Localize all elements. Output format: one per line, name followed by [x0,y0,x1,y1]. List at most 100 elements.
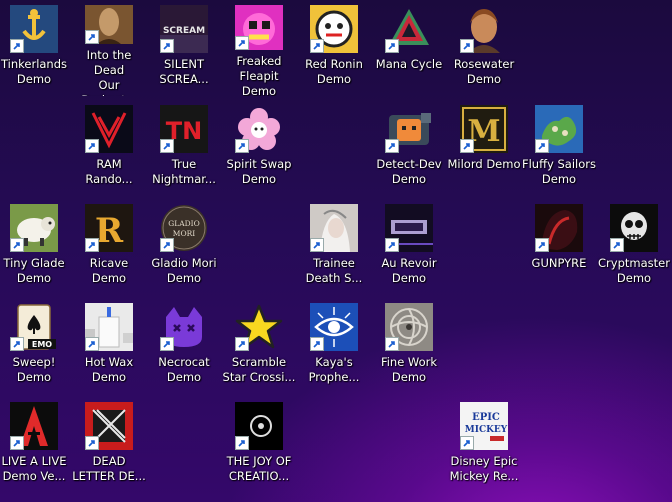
trainee-death-icon [310,204,358,252]
shortcut-arrow-icon [160,39,174,53]
desktop-icon-label: Into the Dead Our Darkest... [81,47,136,96]
mana-cycle-icon [385,5,433,53]
shortcut-arrow-icon [85,139,99,153]
milord-icon: M [460,105,508,153]
desktop-icon-true-nightmare[interactable]: TN True Nightmar... [147,100,221,196]
desktop-icon-label: Hot Wax Demo [84,355,134,384]
tile-text: GLADIO [168,219,200,228]
desktop-icon-milord[interactable]: M Milord Demo [447,100,521,196]
desktop-icon-label: Gladio Mori Demo [151,256,217,285]
shortcut-arrow-icon [10,39,24,53]
desktop-icon-label: Detect-Dev Demo [376,157,442,186]
shortcut-arrow-icon [385,238,399,252]
ricave-icon: R [85,204,133,252]
desktop-icon-ram-rando[interactable]: RAM Rando... [72,100,146,196]
sweep-icon: EMO [10,303,58,351]
desktop-icon-label: Ricave Demo [89,256,129,285]
desktop-icon-label: Rosewater Demo [453,57,515,86]
shortcut-arrow-icon [535,139,549,153]
gunpyre-icon [535,204,583,252]
desktop-icon-label: GUNPYRE [531,256,587,270]
desktop-icon-label: LIVE A LIVE Demo Ve... [1,454,67,483]
desktop-icon-trainee-death[interactable]: Trainee Death S... [297,199,371,295]
desktop-icon-label: Disney Epic Mickey Re... [449,454,519,483]
desktop-icon-mana-cycle[interactable]: Mana Cycle [372,0,446,96]
desktop-icon-label: Necrocat Demo [158,355,210,384]
desktop-icon-kayas-prophecy[interactable]: Kaya's Prophe... [297,298,371,394]
tile-text: SCREAM [163,26,205,36]
desktop-icon-label: Sweep! Demo [12,355,56,384]
shortcut-arrow-icon [160,337,174,351]
desktop-icon-label: Trainee Death S... [305,256,363,285]
desktop-icon-label: Au Revoir Demo [381,256,437,285]
shortcut-arrow-icon [10,337,24,351]
shortcut-arrow-icon [610,238,624,252]
epic-mickey-icon: EPIC MICKEY [460,402,508,450]
desktop-icon-gunpyre[interactable]: GUNPYRE [522,199,596,295]
desktop-icon-necrocat[interactable]: Necrocat Demo [147,298,221,394]
shortcut-arrow-icon [385,337,399,351]
rosewater-icon [460,5,508,53]
desktop-icon-label: Kaya's Prophe... [308,355,360,384]
desktop-icon-into-the-dead[interactable]: Into the Dead Our Darkest... [72,0,146,96]
desktop-icon-label: DEAD LETTER DE... [72,454,146,483]
desktop-icon-label: RAM Rando... [85,157,133,186]
desktop-icon-tinkerlands[interactable]: Tinkerlands Demo [0,0,71,96]
shortcut-arrow-icon [385,39,399,53]
desktop-icon-detect-dev[interactable]: Detect-Dev Demo [372,100,446,196]
tile-text: MORI [173,229,195,238]
detect-dev-icon [385,105,433,153]
cryptmaster-icon [610,204,658,252]
spirit-swap-icon [235,105,283,153]
shortcut-arrow-icon [460,139,474,153]
ram-rando-icon [85,105,133,153]
desktop-icon-label: True Nightmar... [152,157,216,186]
shortcut-arrow-icon [235,337,249,351]
hot-wax-icon [85,303,133,351]
desktop-icon-fine-work[interactable]: Fine Work Demo [372,298,446,394]
desktop-icon-label: Spirit Swap Demo [226,157,292,186]
shortcut-arrow-icon [10,238,24,252]
desktop-icon-au-revoir[interactable]: Au Revoir Demo [372,199,446,295]
desktop-icon-label: Fine Work Demo [380,355,438,384]
desktop-icon-label: Tinkerlands Demo [0,57,68,86]
shortcut-arrow-icon [85,436,99,450]
desktop-icon-cryptmaster[interactable]: Cryptmaster Demo [597,199,671,295]
shortcut-arrow-icon [160,139,174,153]
desktop-icon-fluffy-sailors[interactable]: Fluffy Sailors Demo [522,100,596,196]
shortcut-arrow-icon [310,238,324,252]
desktop-icon-red-ronin[interactable]: Red Ronin Demo [297,0,371,96]
shortcut-arrow-icon [235,436,249,450]
desktop-icon-spirit-swap[interactable]: Spirit Swap Demo [222,100,296,196]
desktop-icon-sweep[interactable]: EMO Sweep! Demo [0,298,71,394]
desktop-icon-gladio-mori[interactable]: GLADIO MORI Gladio Mori Demo [147,199,221,295]
desktop-icon-label: Tiny Glade Demo [3,256,65,285]
tile-text: MICKEY [465,425,508,435]
desktop-icon-live-a-live[interactable]: LIVE A LIVE Demo Ve... [0,397,71,493]
desktop-icon-freaked-fleapit[interactable]: Freaked Fleapit Demo [222,0,296,96]
desktop-icon-rosewater[interactable]: Rosewater Demo [447,0,521,96]
desktop-icon-ricave[interactable]: R Ricave Demo [72,199,146,295]
desktop-icon-epic-mickey[interactable]: EPIC MICKEY Disney Epic Mickey Re... [447,397,521,493]
desktop-icon-hot-wax[interactable]: Hot Wax Demo [72,298,146,394]
shortcut-arrow-icon [460,436,474,450]
tile-text: R [95,211,124,251]
desktop-icon-label: Fluffy Sailors Demo [522,157,596,186]
shortcut-arrow-icon [10,436,24,450]
desktop-icon-scramble-star[interactable]: Scramble Star Crossi... [222,298,296,394]
tiny-glade-icon [10,204,58,252]
shortcut-arrow-icon [385,139,399,153]
desktop-icon-dead-letter[interactable]: DEAD LETTER DE... [72,397,146,493]
silent-scream-icon: SCREAM [160,5,208,53]
dead-letter-icon [85,402,133,450]
desktop-icon-label: Red Ronin Demo [305,57,363,86]
desktop-icon-tiny-glade[interactable]: Tiny Glade Demo [0,199,71,295]
desktop-icon-silent-scream[interactable]: SCREAM SILENT SCREA... [147,0,221,96]
shortcut-arrow-icon [310,337,324,351]
desktop-icon-label: Mana Cycle [375,57,443,71]
shortcut-arrow-icon [235,35,249,50]
desktop-icon-label: SILENT SCREA... [159,57,209,86]
desktop-icon-label: Milord Demo [447,157,521,171]
desktop-icon-joy-of-creation[interactable]: THE JOY OF CREATIO... [222,397,296,493]
shortcut-arrow-icon [310,39,324,53]
